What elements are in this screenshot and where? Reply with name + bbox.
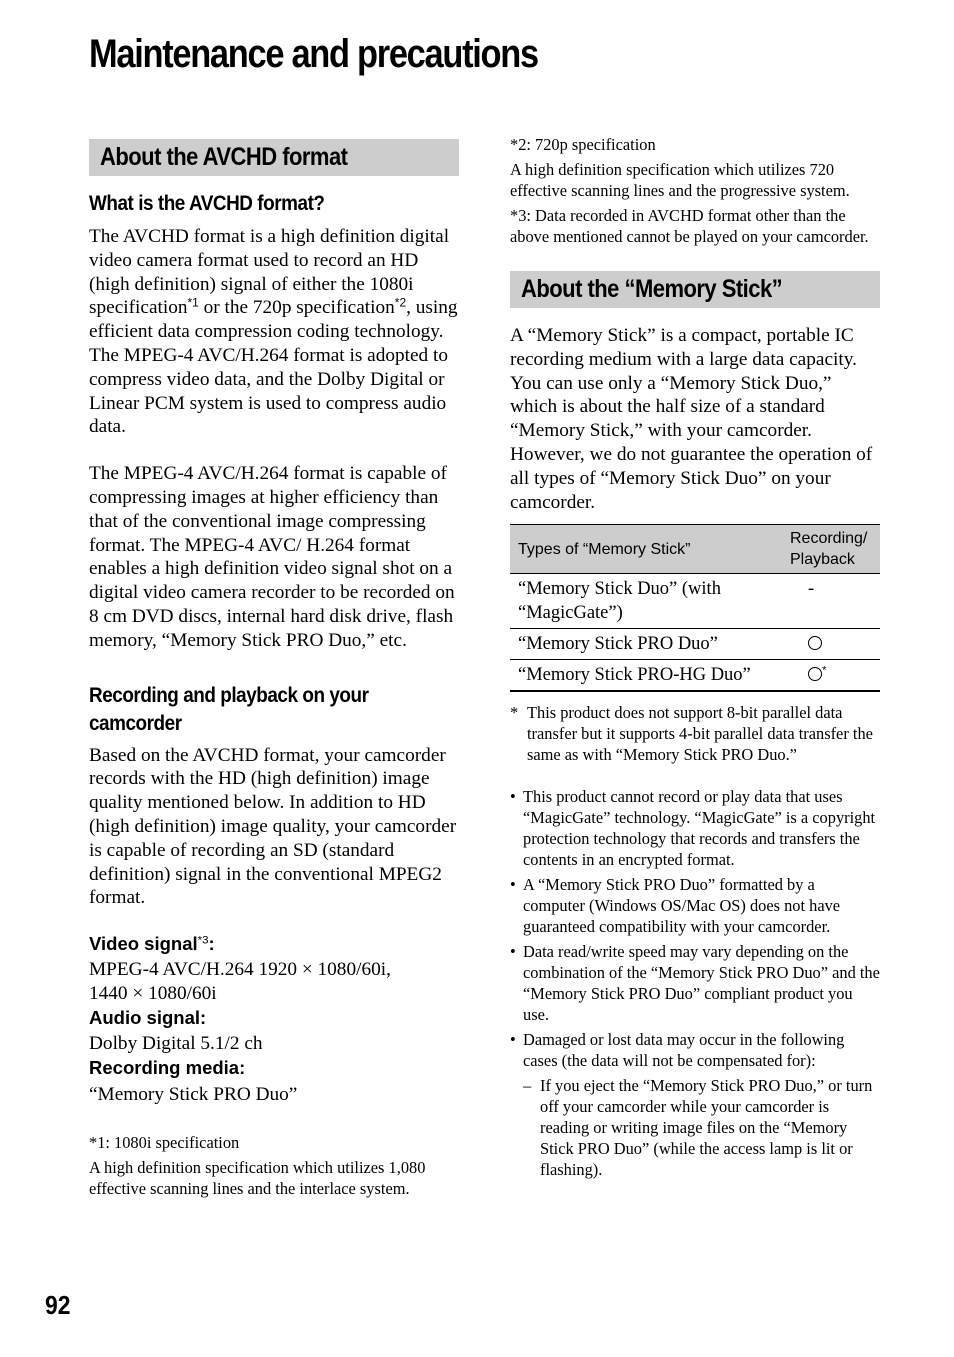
table-row: “Memory Stick Duo” (with “MagicGate”) - [510,573,880,630]
table-row: “Memory Stick PRO-HG Duo” * [510,659,880,693]
table-footnote-text: This product does not support 8-bit para… [527,703,873,765]
spec-value-video-2: 1440 × 1080/60i [89,982,217,1004]
sub-list-item-text: If you eject the “Memory Stick PRO Duo,”… [540,1076,873,1180]
spec-label-media: Recording media: [89,1056,246,1078]
section-title: About the “Memory Stick” [521,275,783,303]
list-item: • This product cannot record or play dat… [510,786,880,870]
footnote-2: *2: 720p specification A high definition… [510,134,880,201]
footnote-2-title: *2: 720p specification [510,135,656,154]
footnote-2-text: A high definition specification which ut… [510,160,850,200]
footnote-1: *1: 1080i specification A high definitio… [89,1132,459,1199]
list-item-text: This product cannot record or play data … [523,787,876,870]
list-item: • Data read/write speed may vary dependi… [510,941,880,1025]
cell-type: “Memory Stick Duo” (with “MagicGate”) [510,573,786,630]
footnote-1-title: *1: 1080i specification [89,1133,240,1153]
page-title: Maintenance and precautions [89,32,539,76]
memory-stick-compatibility-table: Types of “Memory Stick” Recording/ Playb… [510,524,880,693]
section-title: About the AVCHD format [100,143,348,171]
spec-value-video-1: MPEG-4 AVC/H.264 1920 × 1080/60i, [89,959,391,981]
sub-list-item: – If you eject the “Memory Stick PRO Duo… [523,1075,880,1180]
footnote-1-text: A high definition specification which ut… [89,1158,426,1199]
list-item-text: Damaged or lost data may occur in the fo… [523,1030,845,1071]
spec-value-media: “Memory Stick PRO Duo” [89,1083,298,1105]
right-column: *2: 720p specification A high definition… [510,134,880,1188]
column-header-type: Types of “Memory Stick” [510,524,786,575]
footnote-3: *3: Data recorded in AVCHD format other … [510,206,869,246]
list-item-text: Data read/write speed may vary depending… [523,942,880,1025]
spec-value-audio: Dolby Digital 5.1/2 ch [89,1032,263,1054]
precautions-list: • This product cannot record or play dat… [510,786,880,1184]
bullet-icon: • [510,942,516,962]
paragraph-avchd-intro: The AVCHD format is a high definition di… [89,226,458,438]
left-column: About the AVCHD format What is the AVCHD… [89,139,459,1199]
table-footnote: * This product does not support 8-bit pa… [510,702,880,765]
column-header-recording-playback: Recording/ Playback [786,524,880,575]
dash-icon: – [523,1076,532,1096]
spec-list: Video signal*3: MPEG-4 AVC/H.264 1920 × … [89,932,459,1106]
section-header-memory-stick: About the “Memory Stick” [510,271,880,308]
footnote-ref-2: *2 [394,295,407,310]
not-supported-dash: - [808,579,815,600]
paragraph-recording: Based on the AVCHD format, your camcorde… [89,744,457,909]
bullet-icon: • [510,787,516,807]
footnote-ref-3: *3 [197,934,209,947]
subheading-what-is-avchd: What is the AVCHD format? [89,192,325,215]
table-row: “Memory Stick PRO Duo” [510,628,880,661]
supported-circle-icon [808,667,822,682]
bullet-icon: • [510,875,516,895]
cell-type: “Memory Stick PRO Duo” [510,628,786,661]
list-item: • Damaged or lost data may occur in the … [510,1029,880,1184]
cell-support: * [786,659,880,693]
cell-support [786,628,880,661]
list-item-text: A “Memory Stick PRO Duo” formatted by a … [523,875,841,937]
list-item: • A “Memory Stick PRO Duo” formatted by … [510,874,880,937]
paragraph-mpeg4: The MPEG-4 AVC/H.264 format is capable o… [89,463,455,651]
list-item-body: Damaged or lost data may occur in the fo… [523,1029,880,1184]
paragraph-memory-stick-intro: A “Memory Stick” is a compact, portable … [510,325,857,370]
spec-label-audio: Audio signal: [89,1006,207,1028]
table-note-asterisk: * [822,665,827,678]
sub-list: – If you eject the “Memory Stick PRO Duo… [523,1075,880,1180]
paragraph-memory-stick-duo: You can use only a “Memory Stick Duo,” w… [510,372,873,513]
asterisk-mark: * [510,703,519,723]
section-header-avchd: About the AVCHD format [89,139,459,176]
subheading-recording-playback: Recording and playback on your camcorder [89,683,369,735]
cell-support: - [786,573,880,630]
table-header-row: Types of “Memory Stick” Recording/ Playb… [510,524,880,575]
footnote-ref-1: *1 [187,295,199,310]
bullet-icon: • [510,1030,516,1050]
cell-type: “Memory Stick PRO-HG Duo” [510,659,786,693]
supported-circle-icon [808,636,822,651]
spec-label-video: Video signal*3: [89,933,215,955]
page-number: 92 [45,1290,71,1320]
